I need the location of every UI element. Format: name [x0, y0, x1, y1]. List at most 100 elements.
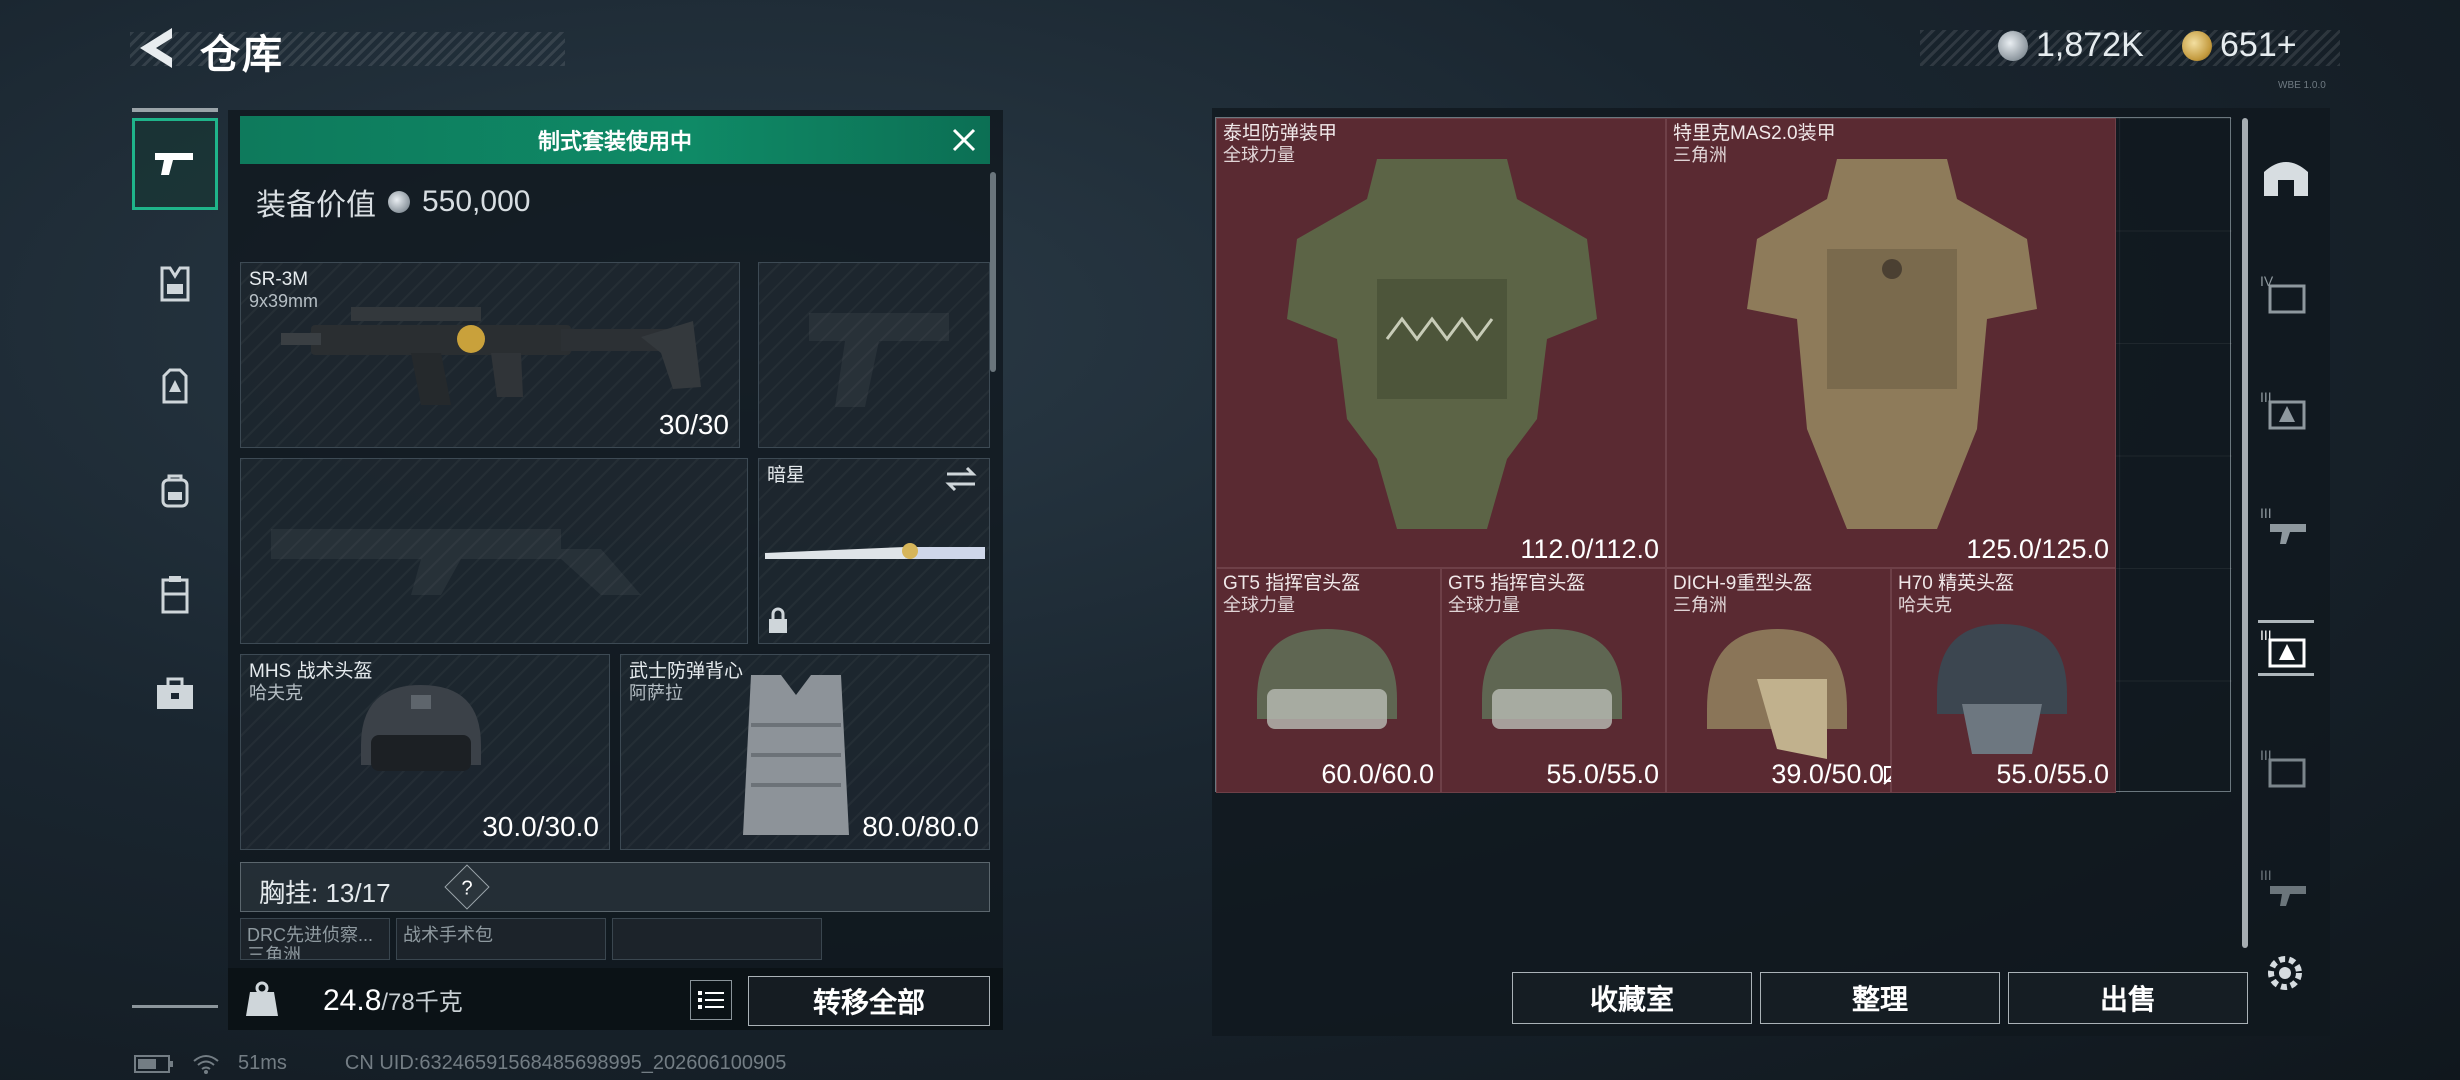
help-symbol: ? — [461, 877, 473, 900]
equipment-value-label: 装备价值 — [256, 189, 376, 222]
rifle-image — [281, 307, 701, 405]
nav-briefcase[interactable] — [132, 648, 218, 740]
gt5-helmet-image — [1257, 629, 1397, 729]
melee-slot[interactable]: 暗星 — [758, 458, 990, 644]
knife-image — [765, 543, 985, 559]
close-banner-button[interactable] — [948, 124, 980, 156]
nav-weapons[interactable] — [132, 118, 218, 210]
nav-chest-rig[interactable] — [132, 340, 218, 432]
chest-rig-label: 胸挂: — [259, 878, 319, 908]
item-brand: 哈夫克 — [1898, 595, 1952, 615]
nav-armor[interactable] — [132, 238, 218, 330]
weight-icon — [246, 981, 278, 1016]
carry-weight: 24.8/78千克 — [323, 982, 463, 1018]
user-uid: CN UID:63246591568485698995_202606100905 — [344, 1052, 787, 1074]
storage-grid: 泰坦防弹装甲 全球力量 112.0/112.0 特里克MAS2.0装甲 三角洲 … — [1215, 117, 2232, 793]
backpack-icon — [161, 474, 189, 508]
loadout-scrollbar[interactable] — [990, 172, 996, 372]
storage-item[interactable]: 特里克MAS2.0装甲 三角洲 125.0/125.0 — [1666, 118, 2116, 568]
item-name: DICH-9重型头盔 — [1673, 573, 1813, 594]
item-durability: 39.0/50.0 — [1771, 759, 1884, 789]
chest-rig-item[interactable]: DRC先进侦察... 三角洲 — [240, 918, 390, 960]
chest-rig-item-brand: 三角洲 — [247, 945, 301, 960]
secondary-weapon-slot-empty[interactable] — [240, 458, 748, 644]
loadout-panel: 制式套装使用中 装备价值 550,000 SR-3M 9x39mm 30/30 — [228, 110, 1003, 1030]
sidearm-slot-empty[interactable] — [758, 262, 990, 448]
melee-name: 暗星 — [767, 465, 806, 486]
nav-storage-tier-3e[interactable]: III — [2258, 860, 2314, 916]
item-durability: 112.0/112.0 — [1520, 534, 1659, 564]
silver-coin-icon — [1998, 30, 2028, 61]
nav-storage-tier-3c[interactable]: III — [2258, 620, 2314, 676]
sort-button[interactable]: 整理 — [1760, 972, 2000, 1024]
nav-backpack[interactable] — [132, 444, 218, 536]
primary-weapon-slot[interactable]: SR-3M 9x39mm 30/30 — [240, 262, 740, 448]
mas-armor-image — [1747, 159, 2037, 529]
transfer-all-button[interactable]: 转移全部 — [748, 976, 990, 1026]
titan-armor-image — [1287, 159, 1597, 529]
vest-icon — [160, 266, 190, 302]
back-arrow-icon — [140, 28, 172, 68]
chest-rig-bar[interactable]: 胸挂: 13/17 ? — [240, 862, 990, 912]
ping-value: 51ms — [238, 1052, 287, 1074]
armor-durability: 80.0/80.0 — [862, 811, 979, 842]
nav-storage-home[interactable] — [2258, 150, 2314, 206]
collection-room-button[interactable]: 收藏室 — [1512, 972, 1752, 1024]
list-icon — [698, 991, 724, 1009]
carry-weight-max: /78千克 — [381, 989, 463, 1016]
nav-storage-tier-3b[interactable]: III — [2258, 498, 2314, 554]
preset-banner: 制式套装使用中 — [240, 116, 990, 164]
silver-currency-value: 1,872K — [2036, 26, 2144, 64]
storage-item[interactable]: GT5 指挥官头盔 全球力量 60.0/60.0 — [1216, 568, 1441, 793]
vault-icon — [2264, 162, 2308, 196]
preset-banner-text: 制式套装使用中 — [537, 129, 692, 154]
storage-item[interactable]: H70 精英头盔 哈夫克 55.0/55.0 — [1891, 568, 2116, 793]
wifi-icon — [193, 1054, 219, 1074]
chest-rig-item[interactable]: 战术手术包 — [396, 918, 606, 960]
storage-panel: 泰坦防弹装甲 全球力量 112.0/112.0 特里克MAS2.0装甲 三角洲 … — [1212, 108, 2330, 1036]
item-durability: 125.0/125.0 — [1966, 534, 2109, 564]
armor-brand: 阿萨拉 — [629, 683, 683, 703]
storage-item[interactable]: GT5 指挥官头盔 全球力量 55.0/55.0 — [1441, 568, 1666, 793]
storage-tier-icon: IV — [2260, 273, 2306, 314]
nav-storage-tier-3a[interactable]: III — [2258, 382, 2314, 438]
pistol-icon — [155, 153, 193, 175]
weapon-ammo: 30/30 — [658, 409, 729, 440]
item-durability: 55.0/55.0 — [1996, 759, 2109, 789]
helmet-durability: 30.0/30.0 — [482, 811, 599, 842]
silver-currency[interactable]: 1,872K — [1998, 26, 2144, 65]
nav-storage-tier-4[interactable]: IV — [2258, 266, 2314, 322]
helmet-image — [361, 685, 481, 771]
help-icon[interactable]: ? — [444, 864, 490, 910]
chest-rig-capacity: 胸挂: 13/17 — [259, 873, 391, 910]
left-category-nav — [132, 108, 218, 1008]
weight-bar: 24.8/78千克 转移全部 — [228, 968, 1003, 1030]
storage-tier-icon: III — [2260, 867, 2306, 906]
storage-item[interactable]: 泰坦防弹装甲 全球力量 112.0/112.0 — [1216, 118, 1666, 568]
chest-rig-item[interactable] — [612, 918, 822, 960]
battery-icon — [134, 1054, 173, 1073]
helmet-slot[interactable]: MHS 战术头盔 哈夫克 30.0/30.0 — [240, 654, 610, 850]
lock-icon — [769, 607, 787, 633]
armor-name: 武士防弹背心 — [629, 661, 744, 682]
armor-slot[interactable]: 武士防弹背心 阿萨拉 80.0/80.0 — [620, 654, 990, 850]
rifle-silhouette-icon — [271, 529, 641, 595]
sell-button[interactable]: 出售 — [2008, 972, 2248, 1024]
back-button[interactable] — [132, 22, 180, 74]
nav-frame-top — [132, 108, 218, 112]
storage-tier-icon: III — [2260, 505, 2306, 544]
settings-button[interactable] — [2262, 950, 2308, 996]
armor-vest-image — [743, 675, 849, 835]
swap-icon[interactable] — [943, 465, 979, 493]
build-code: WBE 1.0.0 — [2278, 80, 2326, 91]
storage-page-nav: IV III III III III III — [2240, 130, 2330, 950]
list-view-button[interactable] — [690, 980, 732, 1020]
storage-item[interactable]: DICH-9重型头盔 三角洲 39.0/50.0 — [1666, 568, 1905, 793]
storage-tier-icon: III — [2260, 627, 2306, 668]
nav-storage-tier-3d[interactable]: III — [2258, 740, 2314, 796]
gold-currency[interactable]: 651+ — [2182, 26, 2297, 65]
status-bar: 51ms CN UID:63246591568485698995_2026061… — [134, 1052, 786, 1075]
pistol-silhouette-icon — [809, 313, 949, 407]
nav-case[interactable] — [132, 548, 218, 640]
silver-coin-icon — [388, 191, 410, 213]
